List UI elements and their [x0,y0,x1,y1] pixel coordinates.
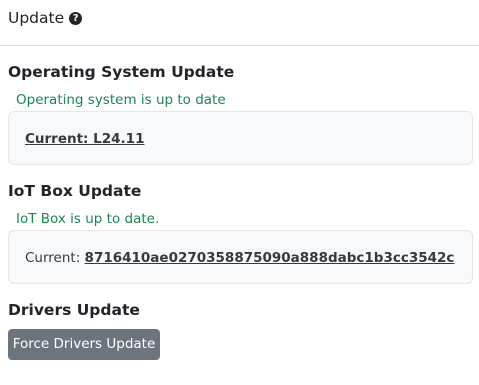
os-current-line: Current: L24.11 [25,130,144,148]
drivers-update-title: Drivers Update [8,301,140,319]
os-update-title: Operating System Update [8,63,235,81]
os-current-card: Current: L24.11 [8,111,473,165]
iot-update-status: IoT Box is up to date. [16,211,160,227]
iot-update-title: IoT Box Update [8,182,142,200]
question-circle-icon[interactable]: ? [69,11,83,25]
iot-current-prefix: Current: [25,250,85,266]
force-drivers-update-button[interactable]: Force Drivers Update [8,329,160,360]
os-update-status: Operating system is up to date [16,92,226,108]
page-title: Update [8,9,65,27]
page-title-wrapper: Update ? [8,8,83,28]
iot-current-commit-link[interactable]: 8716410ae0270358875090a888dabc1b3cc3542c [85,250,455,266]
iot-current-line: Current: 8716410ae0270358875090a888dabc1… [25,249,454,267]
iot-current-card: Current: 8716410ae0270358875090a888dabc1… [8,230,473,284]
page-header: Update ? [0,0,479,46]
os-current-link[interactable]: Current: L24.11 [25,131,144,147]
